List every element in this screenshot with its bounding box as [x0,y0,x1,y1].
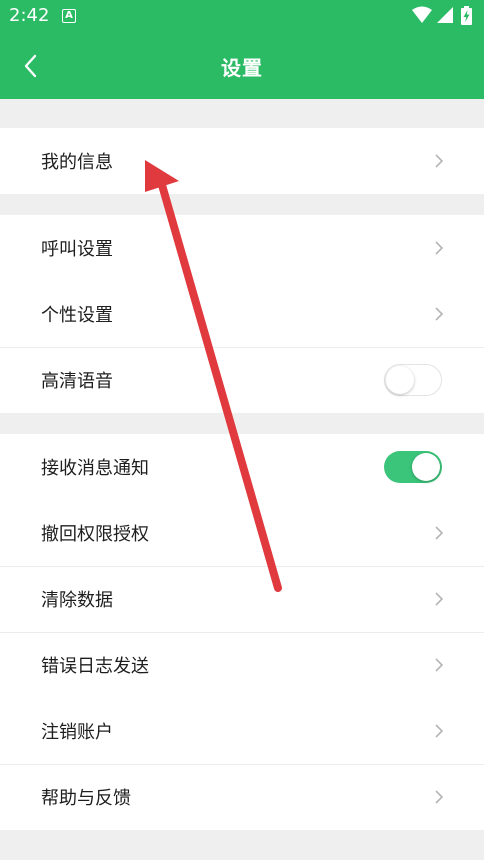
row-label: 个性设置 [41,305,113,326]
status-icons [412,6,474,26]
message-notification-row: 接收消息通知 [0,434,484,500]
chevron-right-icon [435,592,444,606]
row-label: 错误日志发送 [41,656,149,677]
settings-group-3: 接收消息通知 撤回权限授权 清除数据 错误日志发送 注销账户 帮助与反馈 [0,434,484,830]
toggle-knob [412,453,440,481]
hd-voice-row: 高清语音 [0,347,484,413]
delete-account-row[interactable]: 注销账户 [0,698,484,764]
revoke-permission-row[interactable]: 撤回权限授权 [0,500,484,566]
chevron-right-icon [435,790,444,804]
chevron-right-icon [435,241,444,255]
chevron-right-icon [435,526,444,540]
call-settings-row[interactable]: 呼叫设置 [0,215,484,281]
hd-voice-toggle[interactable] [384,364,442,396]
row-label: 呼叫设置 [41,239,113,260]
notification-a-icon: A [62,9,76,23]
row-label: 我的信息 [41,152,113,173]
row-label: 高清语音 [41,371,113,392]
page-title: 设置 [221,56,263,80]
battery-charging-icon [461,6,472,25]
row-label: 注销账户 [41,722,113,743]
my-info-row[interactable]: 我的信息 [0,128,484,194]
chevron-right-icon [435,307,444,321]
message-notification-toggle[interactable] [384,451,442,483]
clear-data-row[interactable]: 清除数据 [0,566,484,632]
settings-group-2: 呼叫设置 个性设置 高清语音 [0,215,484,413]
personalization-row[interactable]: 个性设置 [0,281,484,347]
settings-group-1: 我的信息 [0,128,484,194]
chevron-right-icon [435,724,444,738]
chevron-right-icon [435,658,444,672]
help-feedback-row[interactable]: 帮助与反馈 [0,764,484,830]
chevron-right-icon [435,154,444,168]
signal-icon [437,7,453,23]
row-label: 撤回权限授权 [41,524,149,545]
row-label: 清除数据 [41,590,113,611]
error-log-row[interactable]: 错误日志发送 [0,632,484,698]
toggle-knob [386,365,414,394]
row-label: 接收消息通知 [41,458,149,479]
status-time: 2:42 [9,5,50,26]
wifi-icon [412,6,432,23]
status-bar: 2:42 A [0,0,484,32]
row-label: 帮助与反馈 [41,788,131,809]
app-header: 2:42 A 设置 [0,0,484,99]
